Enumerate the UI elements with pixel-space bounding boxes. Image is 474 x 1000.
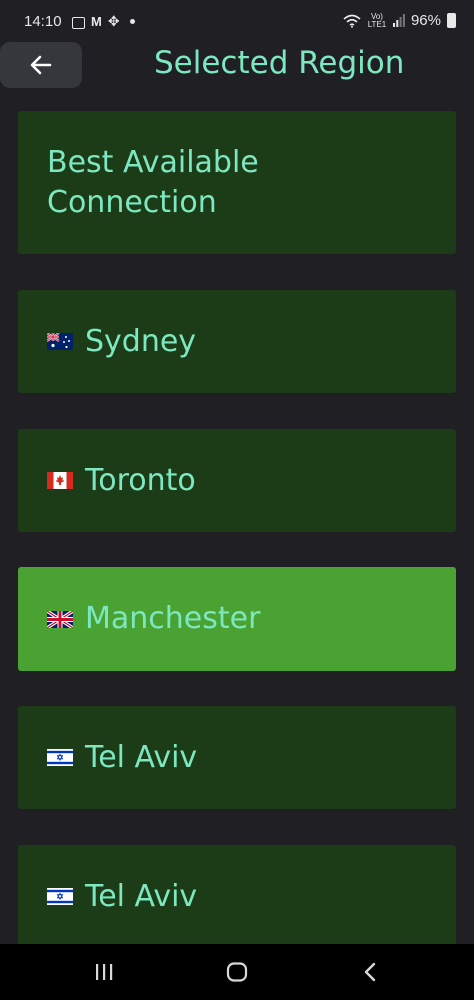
status-right: Vo) LTE1 96%	[343, 12, 456, 29]
pinwheel-icon: ✥	[107, 13, 120, 29]
uk-flag-icon	[47, 610, 73, 628]
more-notifications-icon	[129, 19, 135, 24]
israel-flag-icon	[47, 888, 73, 905]
region-item-toronto[interactable]: Toronto	[18, 429, 456, 532]
region-label: Tel Aviv	[85, 739, 198, 775]
nav-recents-button[interactable]	[64, 944, 144, 1000]
notification-icons: M ✥	[72, 13, 135, 30]
screen: Best Available Connection Sydney Toronto…	[0, 0, 474, 1000]
region-label: Sydney	[85, 323, 197, 359]
australia-flag-icon	[47, 333, 73, 350]
nav-back-button[interactable]	[330, 944, 410, 1000]
status-bar: 14:10 M ✥ Vo) LTE1 96%	[0, 0, 474, 42]
region-item-tel-aviv[interactable]: Tel Aviv	[18, 845, 456, 944]
region-item-sydney[interactable]: Sydney	[18, 290, 456, 393]
battery-percent: 96%	[410, 12, 441, 29]
region-label: Tel Aviv	[85, 878, 198, 914]
wifi-icon	[343, 14, 361, 28]
nav-home-button[interactable]	[197, 944, 277, 1000]
recents-icon	[96, 964, 113, 980]
region-label: Best Available Connection	[47, 144, 259, 220]
battery-icon	[447, 13, 456, 28]
region-label: Toronto	[85, 462, 196, 498]
chevron-left-icon	[364, 962, 376, 982]
status-time: 14:10	[24, 13, 62, 30]
region-list[interactable]: Best Available Connection Sydney Toronto…	[0, 0, 474, 944]
signal-icon	[392, 14, 405, 27]
canada-flag-icon	[47, 472, 73, 489]
gallery-icon	[72, 16, 85, 29]
home-icon	[226, 962, 248, 982]
region-item-manchester[interactable]: Manchester	[18, 567, 456, 671]
gmail-icon: M	[91, 14, 102, 29]
arrow-left-icon	[30, 55, 52, 75]
back-button[interactable]	[0, 42, 82, 88]
israel-flag-icon	[47, 749, 73, 766]
lte-indicator: Vo) LTE1	[367, 11, 387, 29]
region-item-tel-aviv[interactable]: Tel Aviv	[18, 706, 456, 809]
region-item-best-available[interactable]: Best Available Connection	[18, 111, 456, 254]
system-nav-bar	[0, 944, 474, 1000]
page-title: Selected Region	[154, 45, 405, 81]
region-label: Manchester	[85, 601, 261, 636]
